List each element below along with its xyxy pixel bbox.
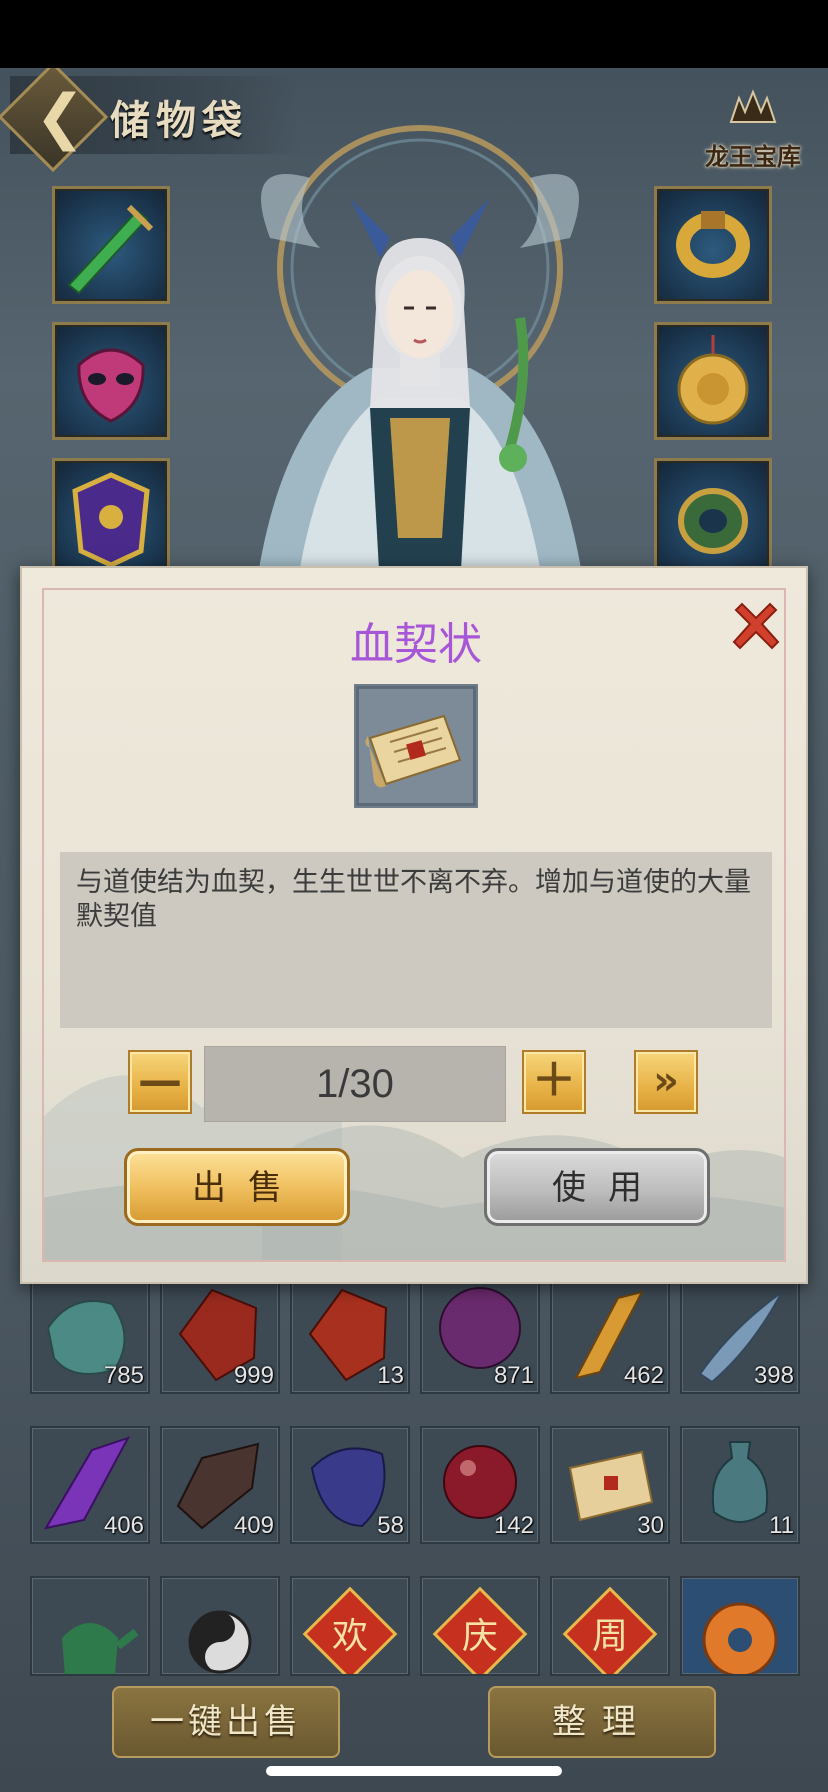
orange-disc-icon [702,1602,778,1674]
item-description: 与道使结为血契，生生世世不离不弃。增加与道使的大量默契值 [60,852,772,1028]
item-icon-frame [354,684,478,808]
jade-bracelet-icon [678,488,748,554]
inventory-slot[interactable]: 欢 [290,1576,410,1676]
increase-quantity-button[interactable]: ＋ [522,1050,586,1114]
item-count: 462 [623,1362,664,1389]
close-icon[interactable] [728,598,784,654]
inventory-slot[interactable]: 142 [420,1426,540,1544]
back-arrow-icon[interactable]: ❮ [30,84,90,150]
home-indicator[interactable] [266,1766,562,1776]
inventory-slot[interactable] [680,1576,800,1676]
inventory-slot[interactable] [160,1576,280,1676]
sword-icon [67,204,154,295]
item-count: 142 [493,1512,534,1539]
equipment-slot-weapon[interactable] [52,186,170,304]
inventory-slot[interactable]: 58 [290,1426,410,1544]
svg-text:周: 周 [592,1616,628,1657]
close-button[interactable] [728,598,784,654]
inventory-slot[interactable] [30,1576,150,1676]
gold-ring-icon [676,211,750,278]
item-count: 398 [753,1362,794,1389]
inventory-slot[interactable]: 785 [30,1276,150,1394]
inventory-slot[interactable]: 周 [550,1576,670,1676]
svg-text:庆: 庆 [462,1616,498,1657]
item-count: 871 [493,1362,534,1389]
inventory-slot[interactable]: 406 [30,1426,150,1544]
inventory-slot[interactable]: 462 [550,1276,670,1394]
equipment-slot-bracelet[interactable] [654,458,772,576]
inventory-slot[interactable]: 999 [160,1276,280,1394]
svg-text:欢: 欢 [332,1616,368,1657]
inventory-slot[interactable]: 409 [160,1426,280,1544]
item-count: 13 [377,1362,404,1389]
dragon-king-treasury-button[interactable]: 龙王宝库 [698,88,808,178]
inventory-slot[interactable]: 11 [680,1426,800,1544]
max-quantity-button[interactable]: » [634,1050,698,1114]
equipment-slot-ring[interactable] [654,186,772,304]
dragon-emblem-icon [698,88,808,137]
inventory-slot[interactable]: 871 [420,1276,540,1394]
item-count: 409 [233,1512,274,1539]
scroll-icon [365,714,462,788]
item-count: 999 [233,1362,274,1389]
equipment-slot-armor[interactable] [52,458,170,576]
equipment-slot-pendant[interactable] [654,322,772,440]
organize-button[interactable]: 整理 [488,1686,716,1758]
inventory-slot[interactable]: 13 [290,1276,410,1394]
use-button[interactable]: 使用 [484,1148,710,1226]
mask-icon [77,348,145,423]
festival-card-icon: 周 [562,1586,658,1674]
armor-icon [72,472,150,568]
jade-teapot-icon [62,1623,139,1674]
inventory-slot[interactable]: 30 [550,1426,670,1544]
quantity-field[interactable]: 1/30 [204,1046,506,1122]
item-count: 406 [103,1512,144,1539]
item-count: 58 [377,1512,404,1539]
gold-pendant-icon [677,335,749,425]
sell-button[interactable]: 出售 [124,1148,350,1226]
minus-icon: — [138,1055,182,1106]
inventory-slot[interactable]: 庆 [420,1576,540,1676]
yinyang-gourd-icon [188,1610,252,1674]
item-name: 血契状 [350,619,482,670]
inventory-slot[interactable]: 398 [680,1276,800,1394]
status-bar [0,0,828,68]
sell-all-button[interactable]: 一键出售 [112,1686,340,1758]
item-count: 11 [769,1512,794,1539]
festival-card-icon: 庆 [432,1586,528,1674]
double-chevron-right-icon: » [653,1058,679,1104]
page-title: 储物袋 [110,97,248,144]
treasury-label: 龙王宝库 [705,142,801,171]
decrease-quantity-button[interactable]: — [128,1050,192,1114]
item-count: 785 [103,1362,144,1389]
item-count: 30 [637,1512,664,1539]
equipment-slot-mask[interactable] [52,322,170,440]
character-portrait [230,118,610,638]
item-detail-dialog: 血契状 与道使结为血契，生生世世不离不弃。增加与道使的大量默契值 — 1/30 … [20,566,808,1284]
festival-card-icon: 欢 [302,1586,398,1674]
plus-icon: ＋ [532,1055,576,1106]
